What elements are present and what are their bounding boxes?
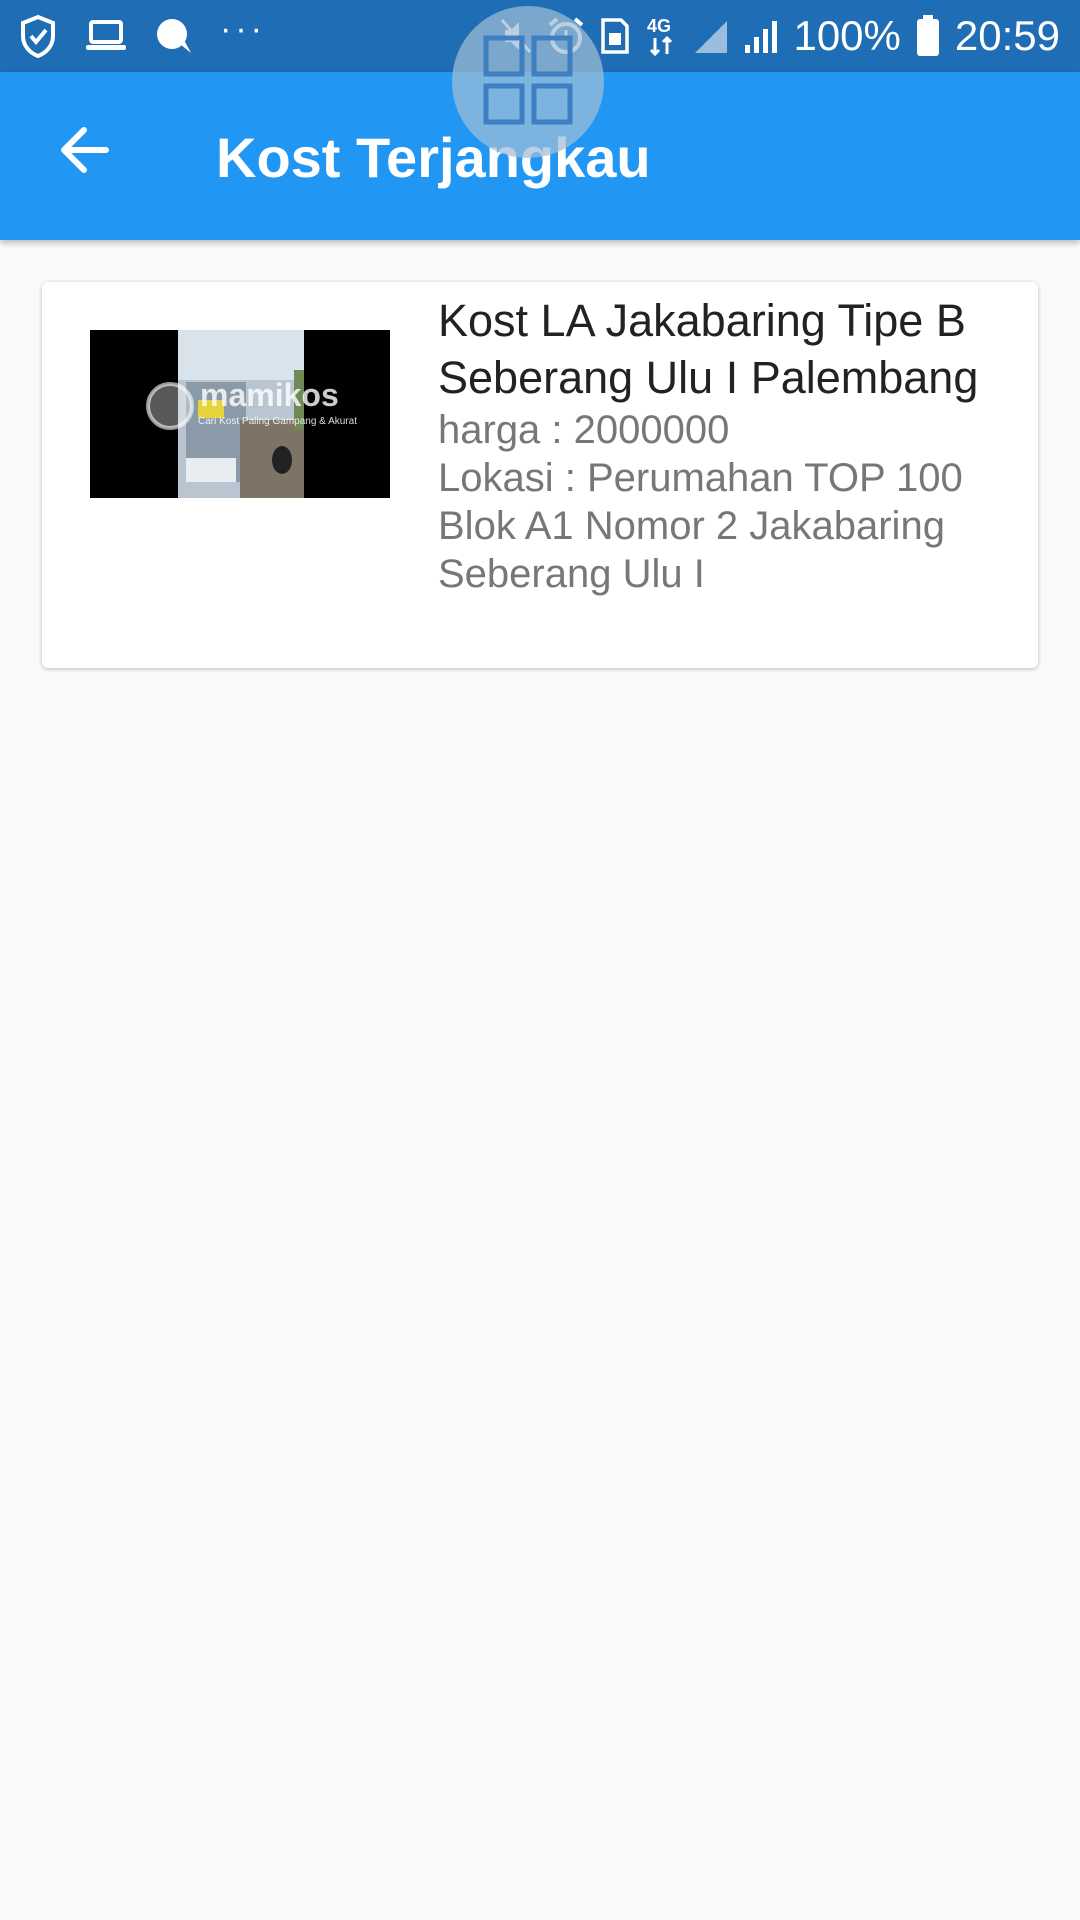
signal-icon <box>693 17 729 55</box>
chat-bubble-icon <box>154 16 194 56</box>
page-title: Kost Terjangkau <box>216 126 651 189</box>
list-item[interactable]: mamikos Cari Kost Paling Gampang & Akura… <box>42 282 1038 668</box>
svg-text:4G: 4G <box>647 16 671 36</box>
more-icon: ··· <box>220 9 266 48</box>
sim-icon <box>599 16 631 56</box>
status-bar-left: ··· <box>18 9 266 60</box>
back-button[interactable] <box>44 112 124 192</box>
floating-overlay-button[interactable] <box>452 6 604 158</box>
listing-price: harga : 2000000 <box>438 408 730 452</box>
laptop-icon <box>84 18 128 54</box>
clock: 20:59 <box>954 12 1060 59</box>
svg-text:mamikos: mamikos <box>200 377 339 413</box>
network-4g-icon: 4G <box>645 14 679 58</box>
listing-info: Kost LA Jakabaring Tipe B Seberang Ulu I… <box>438 292 1018 598</box>
battery-percentage: 100% <box>793 12 901 59</box>
arrow-back-icon <box>58 126 110 179</box>
signal-icon <box>743 17 779 55</box>
listing-location: Lokasi : Perumahan TOP 100 Blok A1 Nomor… <box>438 456 963 596</box>
battery-icon <box>915 14 941 58</box>
listing-thumbnail: mamikos Cari Kost Paling Gampang & Akura… <box>90 330 390 498</box>
svg-text:Cari Kost Paling Gampang & Aku: Cari Kost Paling Gampang & Akurat <box>198 416 357 427</box>
grid-icon <box>483 35 573 130</box>
shield-icon <box>18 14 58 58</box>
listing-name: Kost LA Jakabaring Tipe B Seberang Ulu I… <box>438 295 979 403</box>
